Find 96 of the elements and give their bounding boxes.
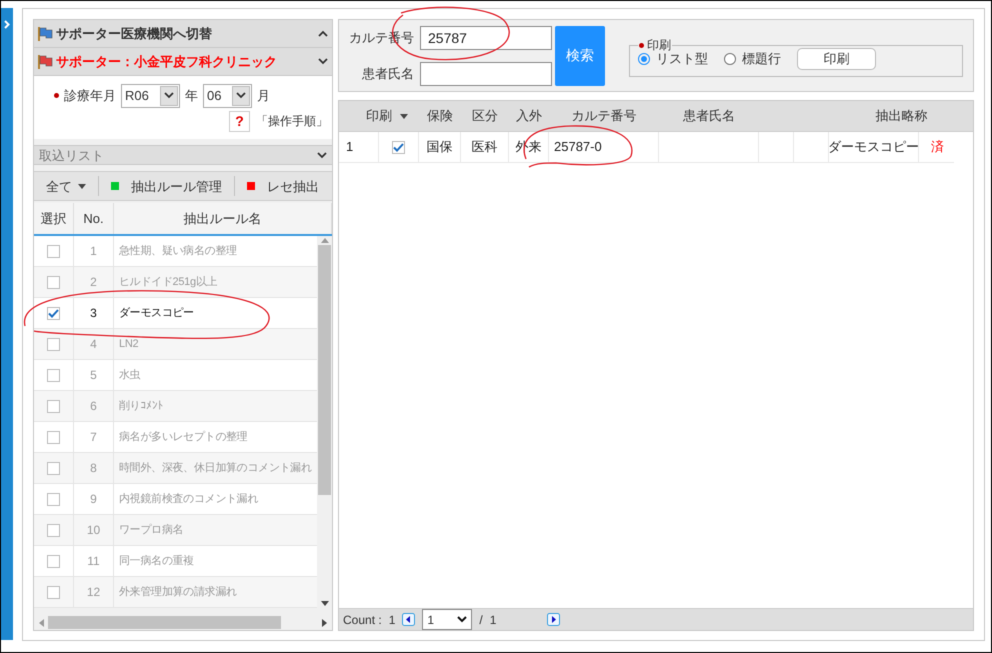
toolbar-button[interactable]: レセ抽出	[243, 173, 323, 200]
checkbox[interactable]	[47, 524, 60, 537]
checkbox[interactable]	[47, 554, 60, 568]
column-header[interactable]: 患者氏名	[659, 101, 759, 131]
unit-label: 年	[185, 86, 198, 105]
print-button[interactable]: 印刷	[797, 48, 876, 70]
table-cell: 5	[74, 360, 114, 390]
table-cell: 8	[74, 453, 114, 484]
checkbox[interactable]	[47, 492, 60, 506]
table-cell: 1	[339, 132, 379, 162]
table-cell-text: 水虫	[118, 368, 142, 383]
caret-icon	[400, 114, 408, 118]
status-cell-text: 済	[930, 138, 945, 156]
radio-button[interactable]	[638, 53, 650, 65]
column-header[interactable]: 抽出ルール名	[114, 203, 332, 234]
table-cell-text: 外来管理加算の請求漏れ	[118, 584, 238, 600]
panel-title: サポーター：小金平皮フ科クリニック	[56, 52, 278, 71]
table-cell: 6	[74, 391, 114, 422]
count-value: 1	[388, 612, 396, 628]
table-cell: 25787-0	[549, 132, 659, 162]
field-label: 診療年月	[64, 86, 116, 105]
column-header[interactable]: 抽出略称	[759, 101, 954, 131]
page-dropdown[interactable]: 1	[422, 609, 472, 630]
table-cell: 2	[74, 267, 114, 298]
table-cell: 医科	[461, 132, 509, 162]
table-cell-text: 同一病名の重複	[118, 554, 195, 569]
vertical-scrollbar[interactable]	[317, 236, 332, 608]
radio-button[interactable]	[724, 53, 736, 65]
scroll-right-icon[interactable]	[322, 618, 327, 627]
table-cell: 12	[74, 577, 114, 608]
help-button[interactable]: ?	[229, 110, 250, 132]
count-label: Count :	[343, 612, 382, 628]
checkbox[interactable]	[47, 306, 60, 320]
checkbox[interactable]	[47, 244, 60, 258]
next-page-icon[interactable]	[546, 613, 560, 626]
checkbox[interactable]	[47, 430, 60, 444]
table-cell-text: ダーモスコピー	[118, 306, 195, 321]
checkbox[interactable]	[47, 338, 60, 351]
previous-page-icon[interactable]	[402, 613, 416, 626]
caret-icon[interactable]	[164, 92, 174, 100]
chevron-up-icon[interactable]	[318, 30, 328, 37]
chevron-right-icon	[4, 20, 10, 29]
dropdown[interactable]: 06	[203, 84, 252, 108]
column-header[interactable]: カルテ番号	[549, 101, 659, 131]
separator-text: /	[479, 612, 483, 628]
table-cell-text: LN2	[118, 336, 140, 352]
checkbox[interactable]	[47, 462, 60, 475]
unit-label: 月	[257, 86, 270, 105]
column-header[interactable]: 選択	[34, 203, 74, 234]
checkbox[interactable]	[392, 140, 405, 154]
panel-title: 取込リスト	[39, 146, 104, 165]
table-cell: ダーモスコピー	[829, 132, 919, 162]
table-cell: 10	[74, 515, 114, 546]
table-cell-text: 時間外、深夜、休日加算のコメント漏れ	[118, 460, 313, 476]
flag-icon	[38, 54, 54, 69]
checkbox[interactable]	[47, 400, 60, 413]
toolbar-button[interactable]: 抽出ルール管理	[107, 173, 226, 200]
table-cell-text: ワープロ病名	[118, 522, 184, 538]
table-cell: 9	[74, 484, 114, 514]
table-cell-text: 削りｺﾒﾝﾄ	[118, 398, 164, 414]
flag-icon	[38, 26, 54, 41]
chevron-down-icon[interactable]	[317, 152, 327, 159]
column-header[interactable]: 入外	[509, 101, 549, 131]
table-cell: 1	[74, 236, 114, 266]
column-header[interactable]: 印刷	[339, 101, 419, 131]
caret-icon	[78, 184, 86, 189]
input-field[interactable]	[420, 62, 552, 86]
table-cell-text: 内視鏡前検査のコメント漏れ	[118, 492, 260, 507]
chevron-down-icon[interactable]	[318, 58, 328, 65]
table-cell: 3	[74, 298, 114, 328]
caret-icon	[457, 616, 468, 623]
scroll-down-icon[interactable]	[320, 601, 328, 606]
scroll-left-icon[interactable]	[39, 618, 44, 627]
column-header[interactable]: No.	[74, 203, 114, 234]
table-cell-text: 急性期、疑い病名の整理	[118, 244, 238, 259]
table-cell: 11	[74, 546, 114, 576]
input-field[interactable]: 25787	[420, 26, 552, 50]
table-cell-text: ヒルドイド251g以上	[118, 274, 218, 290]
table-cell: 国保	[419, 132, 461, 162]
column-header[interactable]: 保険	[419, 101, 461, 131]
field-label: 患者氏名	[362, 64, 414, 83]
caret-icon[interactable]	[236, 92, 246, 100]
checkbox[interactable]	[47, 276, 60, 289]
table-cell: 7	[74, 422, 114, 452]
checkbox[interactable]	[47, 586, 60, 599]
toolbar-button[interactable]: 全て	[42, 173, 90, 200]
table-cell-text: 病名が多いレセプトの整理	[118, 430, 248, 445]
column-header[interactable]: 区分	[461, 101, 509, 131]
radio-option[interactable]: 標題行	[724, 49, 781, 69]
panel-title: サポーター医療機関へ切替	[56, 24, 213, 43]
checkbox[interactable]	[47, 368, 60, 382]
help-link[interactable]: 「操作手順」	[256, 112, 328, 130]
total-pages: 1	[490, 612, 498, 628]
dropdown[interactable]: R06	[121, 84, 180, 108]
table-cell: 4	[74, 329, 114, 360]
panel-header[interactable]: サポーター医療機関へ切替	[34, 20, 332, 48]
